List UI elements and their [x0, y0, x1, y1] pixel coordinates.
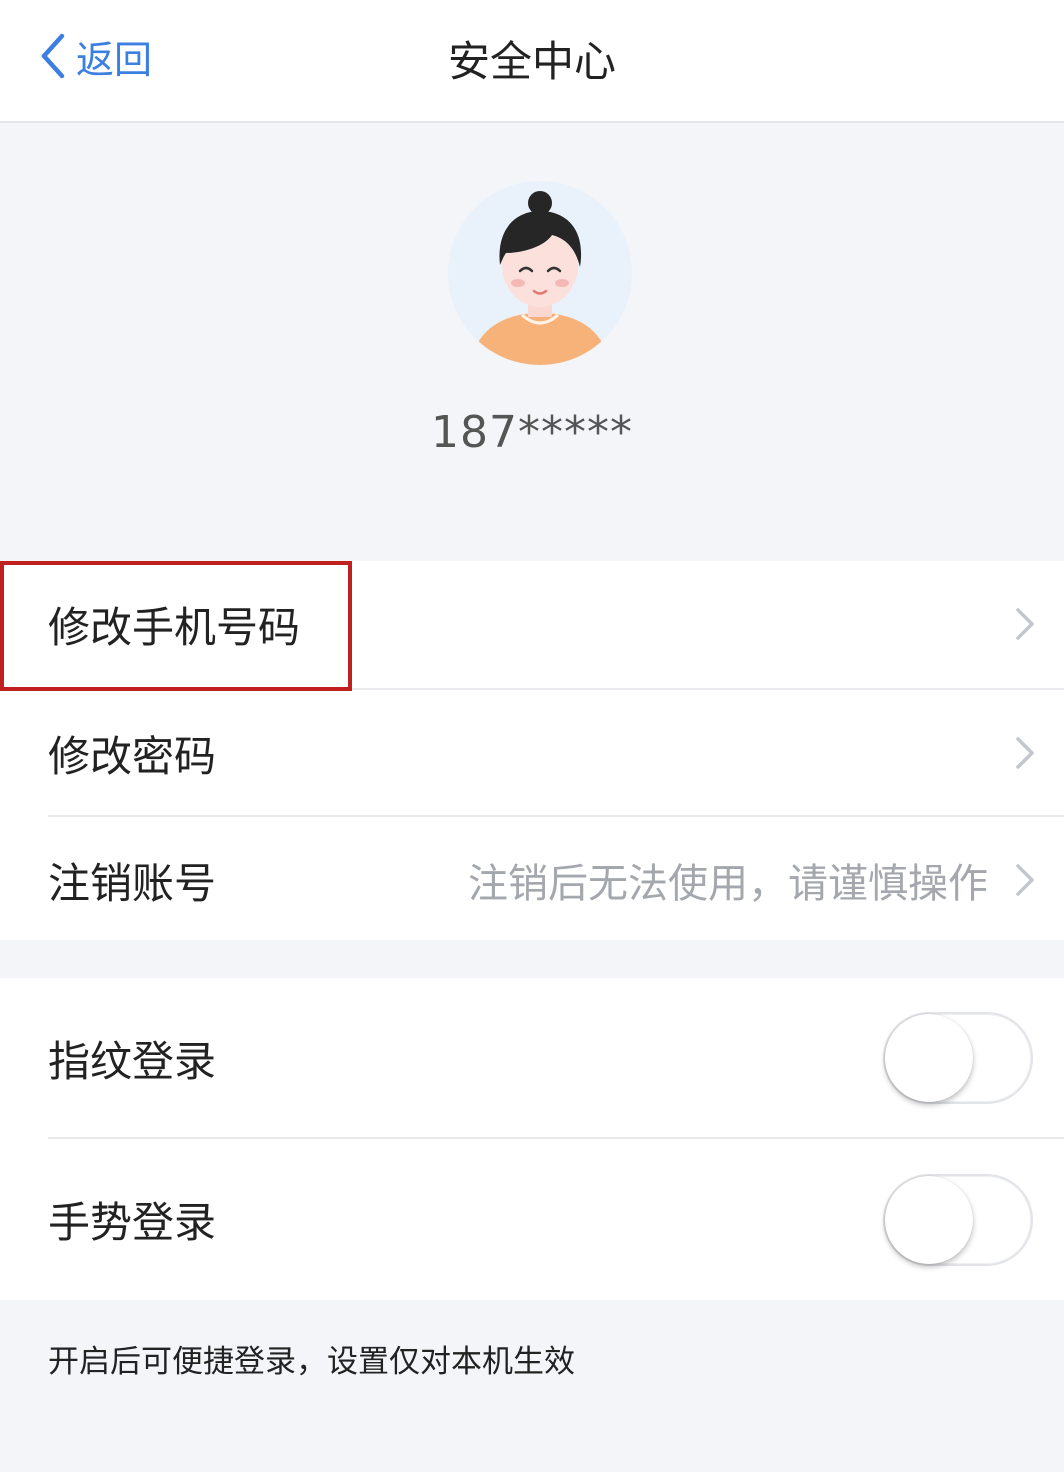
fingerprint-login-toggle[interactable]	[883, 1012, 1033, 1104]
row-label: 修改密码	[48, 731, 217, 781]
chevron-right-icon	[1016, 864, 1034, 896]
chevron-right-icon	[1016, 737, 1034, 769]
avatar	[448, 181, 632, 365]
row-label: 手势登录	[48, 1198, 217, 1247]
gesture-login-row: 手势登录	[0, 1139, 1064, 1300]
row-label: 指纹登录	[48, 1036, 217, 1086]
fingerprint-login-row: 指纹登录	[0, 978, 1064, 1138]
cancel-account-row[interactable]: 注销账号 注销后无法使用，请谨慎操作	[0, 817, 1064, 943]
chevron-right-icon	[1016, 608, 1034, 640]
profile-header: 187*****	[0, 123, 1064, 560]
footer-note: 开启后可便捷登录，设置仅对本机生效	[48, 1344, 575, 1380]
change-password-row[interactable]: 修改密码	[0, 690, 1064, 816]
row-label: 注销账号	[48, 858, 217, 908]
login-settings-group: 指纹登录 手势登录	[0, 978, 1064, 1300]
navigation-bar: 返回 安全中心	[0, 0, 1064, 123]
toggle-knob	[885, 1014, 973, 1102]
toggle-knob	[885, 1175, 973, 1264]
gesture-login-toggle[interactable]	[883, 1173, 1033, 1266]
row-hint: 注销后无法使用，请谨慎操作	[468, 861, 988, 907]
phone-number: 187*****	[431, 407, 633, 458]
page-title: 安全中心	[447, 37, 616, 86]
highlight-box	[0, 561, 352, 691]
